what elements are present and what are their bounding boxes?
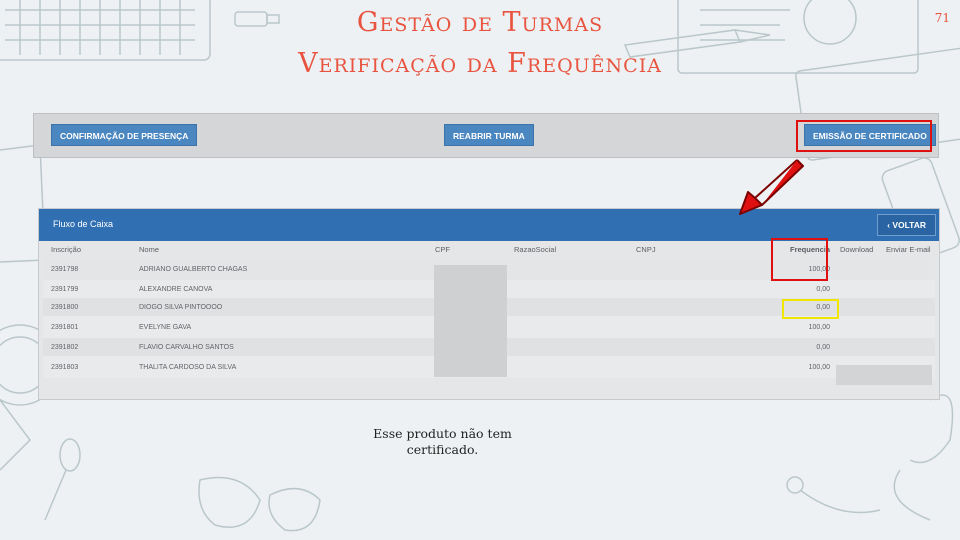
- cell-inscricao: 2391798: [43, 258, 139, 280]
- cell-nome: ADRIANO GUALBERTO CHAGAS: [139, 258, 435, 280]
- cell-inscricao: 2391799: [43, 280, 139, 298]
- reopen-class-button[interactable]: REABRIR TURMA: [444, 124, 534, 146]
- column-header-nome[interactable]: Nome: [139, 241, 435, 258]
- cell-nome: DIOGO SILVA PINTOOOO: [139, 298, 435, 316]
- cell-inscricao: 2391800: [43, 298, 139, 316]
- column-header-cpf[interactable]: CPF: [435, 241, 514, 258]
- column-header-inscricao[interactable]: Inscrição: [43, 241, 139, 258]
- headphones-doodle: [893, 394, 954, 521]
- zero-frequency-highlight: [782, 299, 839, 319]
- glasses-doodle: [198, 476, 321, 532]
- cell-frequencia: 0,00: [750, 338, 840, 356]
- column-header-razaosocial[interactable]: RazaoSocial: [514, 241, 636, 258]
- back-button[interactable]: ‹ VOLTAR: [877, 214, 936, 236]
- slide-number: 71: [934, 11, 950, 25]
- slide-title-line-2: Verificação da Frequência: [298, 48, 662, 79]
- column-header-email[interactable]: Enviar E-mail: [886, 241, 935, 258]
- cpf-redaction: [434, 265, 507, 377]
- cell-nome: EVELYNE GAVA: [139, 316, 435, 338]
- confirm-attendance-button[interactable]: CONFIRMAÇÃO DE PRESENÇA: [51, 124, 198, 146]
- back-button-label: VOLTAR: [892, 220, 926, 230]
- cell-frequencia: 100,00: [750, 356, 840, 378]
- cell-inscricao: 2391803: [43, 356, 139, 378]
- cell-nome: THALITA CARDOSO DA SILVA: [139, 356, 435, 378]
- cell-nome: ALEXANDRE CANOVA: [139, 280, 435, 298]
- column-header-cnpj[interactable]: CNPJ: [636, 241, 750, 258]
- cell-nome: FLAVIO CARVALHO SANTOS: [139, 338, 435, 356]
- panel-title: Fluxo de Caixa: [53, 219, 114, 229]
- earbuds-doodle: [786, 476, 881, 514]
- no-certificate-note: Esse produto não tem certificado.: [373, 426, 512, 457]
- certificate-button-highlight: [796, 120, 932, 152]
- red-arrow-icon: [739, 159, 804, 215]
- cell-frequencia: 100,00: [750, 316, 840, 338]
- spoon-doodle: [44, 438, 81, 521]
- slide-title-line-1: Gestão de Turmas: [356, 7, 604, 38]
- cell-inscricao: 2391802: [43, 338, 139, 356]
- chevron-left-icon: ‹: [887, 220, 890, 230]
- email-redaction: [836, 365, 932, 385]
- column-header-download[interactable]: Download: [840, 241, 886, 258]
- frequency-column-highlight: [771, 238, 828, 281]
- cell-frequencia: 0,00: [750, 280, 840, 298]
- cell-inscricao: 2391801: [43, 316, 139, 338]
